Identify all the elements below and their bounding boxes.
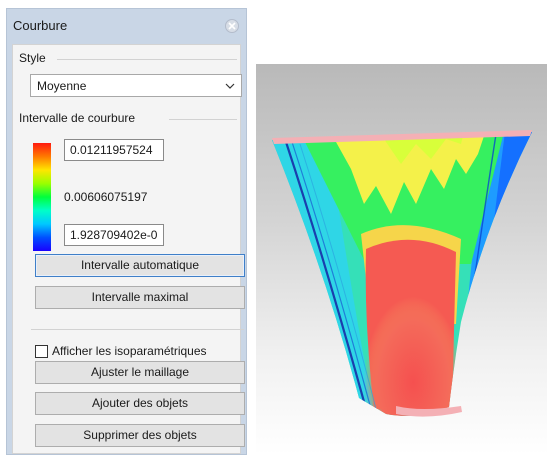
style-caption: Style — [19, 51, 50, 65]
max-range-button[interactable]: Intervalle maximal — [35, 286, 245, 309]
range-group-line — [169, 119, 237, 120]
show-isoparms-checkbox-row[interactable]: Afficher les isoparamétriques — [35, 343, 207, 359]
show-isoparms-label: Afficher les isoparamétriques — [52, 344, 207, 358]
close-button[interactable] — [225, 19, 239, 33]
show-isoparms-checkbox[interactable] — [35, 344, 48, 358]
style-select[interactable]: Moyenne — [30, 74, 242, 97]
auto-range-button[interactable]: Intervalle automatique — [35, 254, 245, 277]
panel-header: Courbure — [7, 9, 246, 43]
panel-title: Courbure — [13, 18, 68, 33]
panel-body: Style Moyenne Intervalle de courbure 0.0… — [12, 44, 245, 454]
remove-objects-button[interactable]: Supprimer des objets — [35, 424, 245, 447]
curvature-surface — [272, 130, 532, 417]
add-objects-button[interactable]: Ajouter des objets — [35, 392, 245, 415]
mid-value-label: 0.00606075197 — [64, 190, 148, 204]
range-caption: Intervalle de courbure — [19, 111, 140, 125]
adjust-mesh-button[interactable]: Ajuster le maillage — [35, 361, 245, 384]
curvature-panel: Courbure Style Moyenne Intervalle de cou… — [6, 8, 247, 455]
section-divider — [31, 329, 244, 330]
style-select-value: Moyenne — [37, 79, 87, 93]
min-value-field[interactable]: 1.928709402e-0 — [64, 224, 164, 246]
style-group-line — [57, 59, 237, 60]
max-value-field[interactable]: 0.01211957524 — [64, 139, 164, 161]
chevron-down-icon — [225, 83, 235, 89]
3d-viewport[interactable] — [256, 64, 547, 455]
curvature-color-scale — [33, 143, 51, 251]
close-icon — [228, 22, 236, 30]
